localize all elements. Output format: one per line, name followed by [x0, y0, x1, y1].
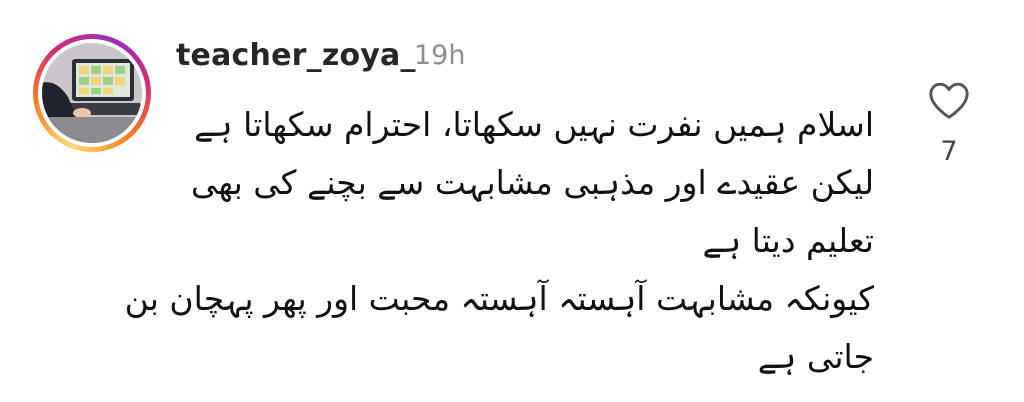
avatar-story-ring[interactable]	[33, 34, 151, 152]
comment-text-line: لیکن عقیدے اور مذہبی مشابہت سے بچنے کی ب…	[190, 163, 874, 202]
heart-outline-icon	[929, 82, 969, 119]
comment-text: اسلام ہمیں نفرت نہیں سکھاتا، احترام سکھا…	[124, 96, 875, 386]
comment-username[interactable]: teacher_zoya_	[176, 38, 416, 73]
comment-text-line: تعلیم دیتا ہے	[702, 221, 875, 260]
avatar-image	[42, 43, 142, 143]
avatar-ring-gap	[38, 39, 146, 147]
avatar[interactable]	[42, 43, 142, 143]
comment-timestamp: 19h	[414, 40, 466, 71]
comment-text-line: جاتی ہے	[757, 337, 874, 376]
like-button[interactable]	[927, 80, 971, 120]
comment-text-line: اسلام ہمیں نفرت نہیں سکھاتا، احترام سکھا…	[193, 105, 874, 144]
like-count: 7	[940, 136, 958, 167]
comment-item: teacher_zoya_ 19h اسلام ہمیں نفرت نہیں س…	[0, 0, 1024, 402]
comment-text-line: کیونکہ مشابہت آہستہ آہستہ محبت اور پھر پ…	[124, 279, 874, 318]
